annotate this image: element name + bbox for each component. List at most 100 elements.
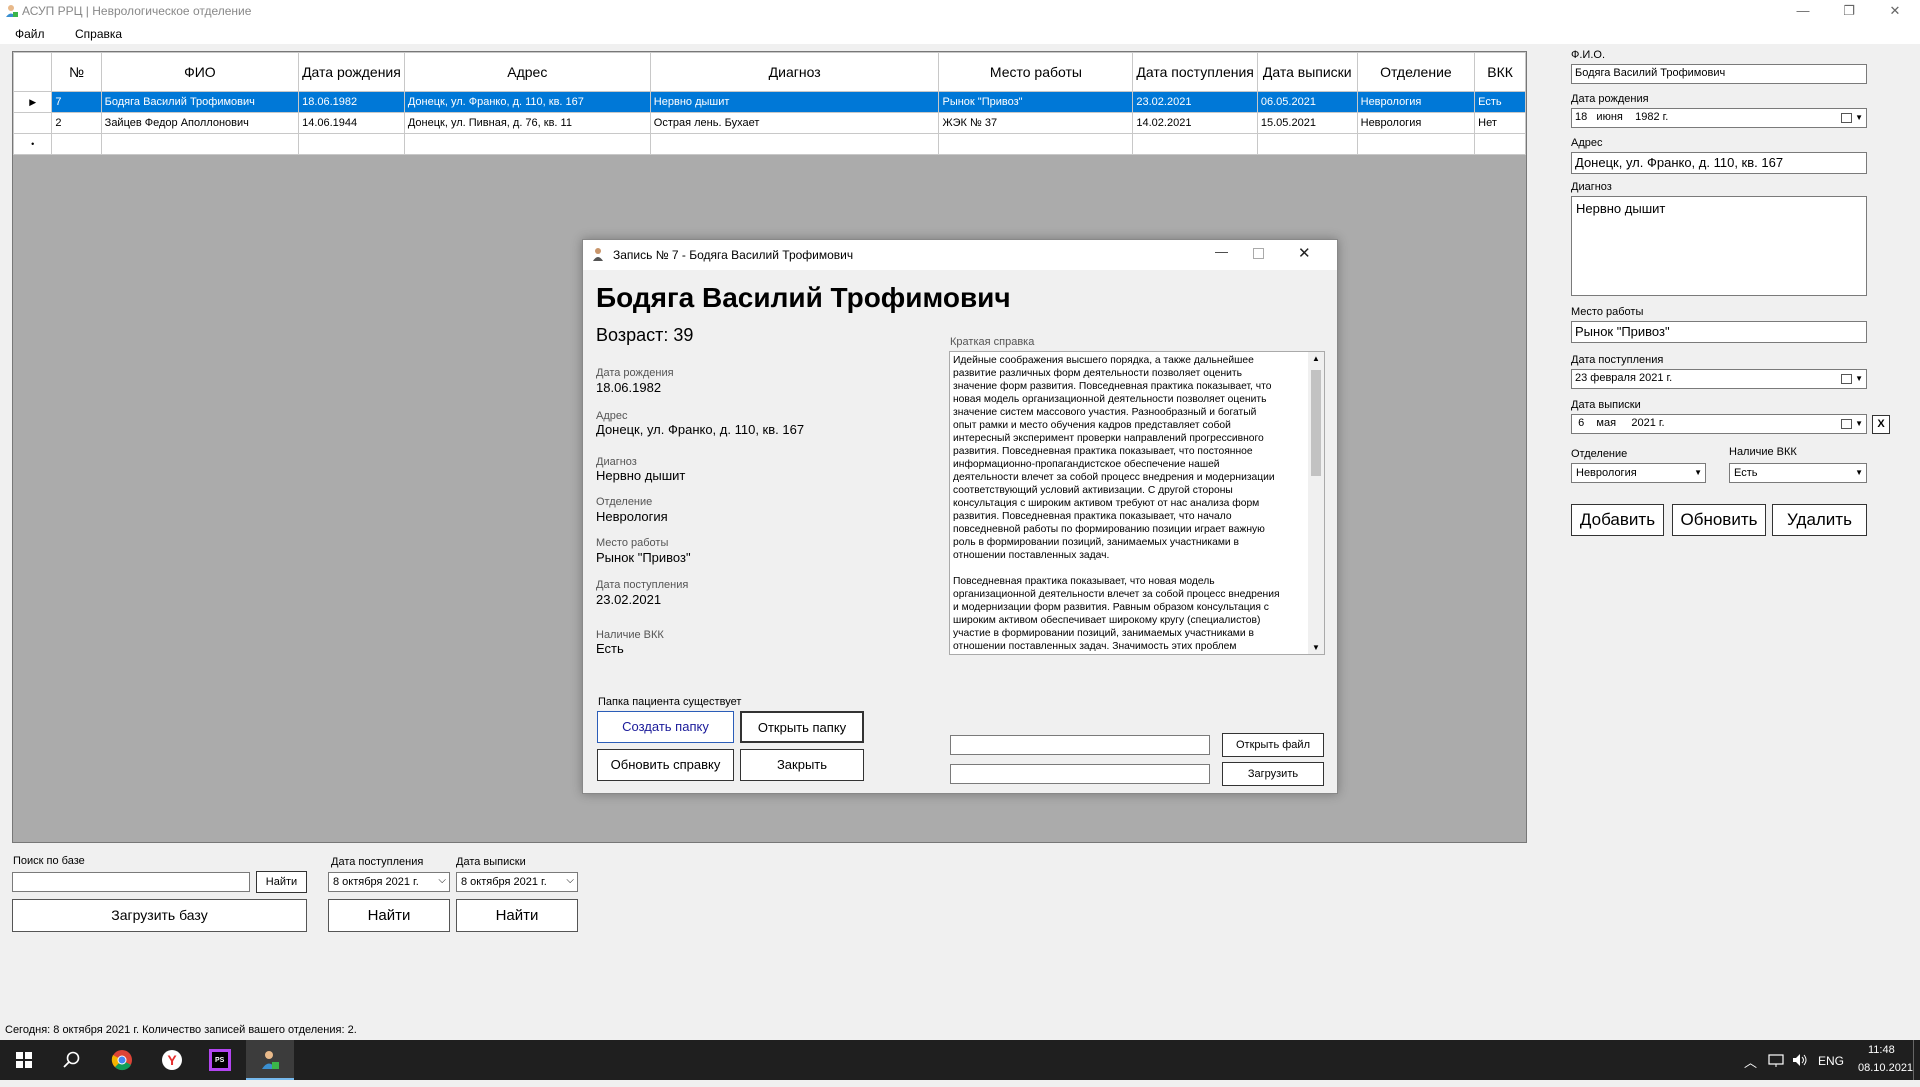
- show-desktop-button[interactable]: [1913, 1040, 1914, 1080]
- maximize-button[interactable]: ❐: [1826, 0, 1872, 22]
- close-button[interactable]: ✕: [1872, 0, 1918, 22]
- column-header[interactable]: ВКК: [1474, 52, 1526, 92]
- table-cell[interactable]: [298, 133, 405, 155]
- update-memo-button[interactable]: Обновить справку: [597, 749, 734, 781]
- open-file-button[interactable]: Открыть файл: [1222, 733, 1324, 757]
- admit-date-picker[interactable]: 23 февраля 2021 г. ▼: [1571, 369, 1867, 389]
- table-cell[interactable]: Бодяга Василий Трофимович: [100, 91, 300, 113]
- birth-date-picker[interactable]: 18 июня 1982 г. ▼: [1571, 108, 1867, 128]
- diagnosis-field[interactable]: Нервно дышит: [1571, 196, 1867, 296]
- row-selected-marker[interactable]: ▶: [12, 91, 53, 113]
- table-cell[interactable]: [1256, 133, 1358, 155]
- table-cell[interactable]: Нет: [1474, 112, 1526, 134]
- dialog-close-button[interactable]: ✕: [1298, 244, 1311, 262]
- table-cell[interactable]: [938, 133, 1134, 155]
- table-cell[interactable]: Неврология: [1356, 91, 1476, 113]
- table-cell[interactable]: Зайцев Федор Аполлонович: [100, 112, 300, 134]
- table-cell[interactable]: ЖЭК № 37: [938, 112, 1134, 134]
- search-icon[interactable]: [48, 1040, 96, 1080]
- new-row[interactable]: •: [12, 133, 1526, 155]
- table-cell[interactable]: [1132, 133, 1258, 155]
- chevron-down-icon[interactable]: ▼: [1855, 113, 1863, 122]
- table-cell[interactable]: 7: [51, 91, 102, 113]
- column-header[interactable]: ФИО: [100, 52, 300, 92]
- new-row-marker[interactable]: •: [12, 133, 53, 155]
- file-path-input[interactable]: [950, 735, 1210, 755]
- chevron-down-icon[interactable]: ⌵: [566, 875, 574, 886]
- filter-admit-date-picker[interactable]: 8 октября 2021 г. ⌵: [328, 872, 450, 892]
- calendar-icon[interactable]: [1841, 374, 1852, 384]
- upload-button[interactable]: Загрузить: [1222, 762, 1324, 786]
- table-cell[interactable]: Рынок "Привоз": [938, 91, 1134, 113]
- clock-date[interactable]: 08.10.2021: [1858, 1062, 1913, 1074]
- department-select[interactable]: Неврология ▼: [1571, 463, 1706, 483]
- menu-help[interactable]: Справка: [75, 27, 122, 41]
- find-by-admit-button[interactable]: Найти: [328, 899, 450, 932]
- open-folder-button[interactable]: Открыть папку: [740, 711, 864, 743]
- load-database-button[interactable]: Загрузить базу: [12, 899, 307, 932]
- dialog-minimize-button[interactable]: —: [1215, 244, 1228, 259]
- upload-path-input[interactable]: [950, 764, 1210, 784]
- table-cell[interactable]: 14.06.1944: [298, 112, 405, 134]
- network-icon[interactable]: [1768, 1053, 1784, 1070]
- create-folder-button[interactable]: Создать папку: [597, 711, 734, 743]
- table-cell[interactable]: [1474, 133, 1526, 155]
- volume-icon[interactable]: [1792, 1053, 1808, 1070]
- clear-discharge-button[interactable]: X: [1872, 415, 1890, 434]
- table-cell[interactable]: 15.05.2021: [1256, 112, 1358, 134]
- column-header[interactable]: Дата поступления: [1132, 52, 1258, 92]
- calendar-icon[interactable]: [1841, 419, 1852, 429]
- search-find-button[interactable]: Найти: [256, 871, 307, 893]
- column-header[interactable]: Место работы: [938, 52, 1134, 92]
- table-cell[interactable]: Донецк, ул. Франко, д. 110, кв. 167: [403, 91, 651, 113]
- column-header[interactable]: Адрес: [403, 52, 651, 92]
- table-cell[interactable]: Острая лень. Бухает: [649, 112, 940, 134]
- table-cell[interactable]: [100, 133, 300, 155]
- table-cell[interactable]: 14.02.2021: [1132, 112, 1258, 134]
- chrome-icon[interactable]: [98, 1040, 146, 1080]
- memo-scrollbar[interactable]: ▲ ▼: [1308, 352, 1324, 654]
- dialog-maximize-button[interactable]: [1253, 248, 1264, 259]
- calendar-icon[interactable]: [1841, 113, 1852, 123]
- yandex-browser-icon[interactable]: Y: [148, 1040, 196, 1080]
- minimize-button[interactable]: —: [1780, 0, 1826, 22]
- table-row[interactable]: ▶ 7 Бодяга Василий Трофимович 18.06.1982…: [12, 91, 1526, 113]
- table-cell[interactable]: Донецк, ул. Пивная, д. 76, кв. 11: [403, 112, 651, 134]
- column-header[interactable]: №: [51, 52, 102, 92]
- table-cell[interactable]: Нервно дышит: [649, 91, 940, 113]
- column-header[interactable]: Дата выписки: [1256, 52, 1358, 92]
- find-by-discharge-button[interactable]: Найти: [456, 899, 578, 932]
- table-cell[interactable]: [51, 133, 102, 155]
- table-cell[interactable]: 23.02.2021: [1132, 91, 1258, 113]
- work-field[interactable]: Рынок "Привоз": [1571, 321, 1867, 343]
- table-cell[interactable]: 2: [51, 112, 102, 134]
- dialog-close-action-button[interactable]: Закрыть: [740, 749, 864, 781]
- chevron-down-icon[interactable]: ▼: [1855, 468, 1863, 477]
- table-cell[interactable]: 18.06.1982: [298, 91, 405, 113]
- table-cell[interactable]: [403, 133, 651, 155]
- language-indicator[interactable]: ENG: [1818, 1054, 1844, 1068]
- add-button[interactable]: Добавить: [1571, 504, 1664, 536]
- table-cell[interactable]: [1356, 133, 1476, 155]
- menu-file[interactable]: Файл: [15, 27, 45, 41]
- filter-discharge-date-picker[interactable]: 8 октября 2021 г. ⌵: [456, 872, 578, 892]
- fio-field[interactable]: Бодяга Василий Трофимович: [1571, 64, 1867, 84]
- delete-button[interactable]: Удалить: [1772, 504, 1867, 536]
- column-header[interactable]: Диагноз: [649, 52, 940, 92]
- table-cell[interactable]: 06.05.2021: [1256, 91, 1358, 113]
- table-row[interactable]: 2 Зайцев Федор Аполлонович 14.06.1944 До…: [12, 112, 1526, 134]
- table-cell[interactable]: [649, 133, 940, 155]
- column-header[interactable]: Отделение: [1356, 52, 1476, 92]
- windows-start-icon[interactable]: [0, 1040, 48, 1080]
- phpstorm-icon[interactable]: PS: [196, 1040, 244, 1080]
- chevron-down-icon[interactable]: ▼: [1855, 374, 1863, 383]
- column-header[interactable]: Дата рождения: [298, 52, 405, 92]
- app-taskbar-icon[interactable]: [246, 1040, 294, 1080]
- update-button[interactable]: Обновить: [1672, 504, 1766, 536]
- search-input[interactable]: [12, 872, 250, 892]
- scroll-down-icon[interactable]: ▼: [1312, 643, 1320, 652]
- table-cell[interactable]: Неврология: [1356, 112, 1476, 134]
- address-field[interactable]: Донецк, ул. Франко, д. 110, кв. 167: [1571, 152, 1867, 174]
- scroll-up-icon[interactable]: ▲: [1312, 354, 1320, 363]
- scroll-thumb[interactable]: [1311, 370, 1321, 476]
